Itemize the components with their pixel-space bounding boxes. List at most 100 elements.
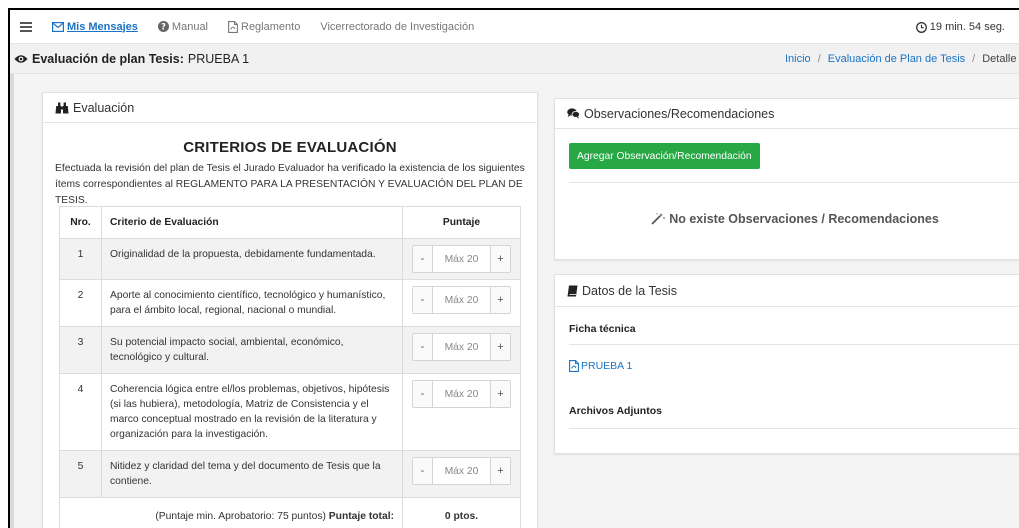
criteria-title: CRITERIOS DE EVALUACIÓN (183, 139, 397, 156)
decrement-button[interactable]: - (413, 334, 433, 360)
svg-text:?: ? (161, 23, 166, 32)
observaciones-card-header: Observaciones/Recomendaciones (555, 99, 1019, 129)
question-circle-icon: ? (157, 21, 169, 32)
datos-tesis-card-header: Datos de la Tesis (555, 275, 1019, 307)
table-row: 5 Nitidez y claridad del tema y del docu… (59, 450, 521, 498)
session-timer: 19 min. 54 seg. (915, 10, 1005, 44)
timer-text: 19 min. 54 seg. (929, 21, 1005, 33)
table-row: 4 Coherencia lógica entre el/los problem… (59, 373, 521, 451)
score-input[interactable]: Máx 20 (433, 458, 490, 484)
increment-button[interactable]: + (490, 334, 510, 360)
score-stepper: - Máx 20 + (412, 286, 511, 314)
decrement-button[interactable]: - (413, 287, 433, 313)
table-row: 1 Originalidad de la propuesta, debidame… (59, 238, 521, 280)
datos-tesis-card: Datos de la Tesis Ficha técnica PRUEBA 1… (554, 274, 1019, 454)
nav-vicerrectorado-label: Vicerrectorado de Investigación (320, 20, 475, 33)
score-input[interactable]: Máx 20 (433, 287, 490, 313)
main-content: Evaluación CRITERIOS DE EVALUACIÓN Efect… (10, 74, 1019, 528)
increment-button[interactable]: + (490, 246, 510, 272)
criteria-table: Nro. Criterio de Evaluación Puntaje 1 Or… (59, 206, 521, 528)
top-navbar: Mis Mensajes ? Manual Reglamento Vicerre… (10, 10, 1019, 44)
observaciones-card-title: Observaciones/Recomendaciones (584, 106, 775, 121)
total-value: 0 ptos. (402, 497, 521, 528)
breadcrumb-inicio[interactable]: Inicio (785, 53, 811, 65)
score-input[interactable]: Máx 20 (433, 246, 490, 272)
decrement-button[interactable]: - (413, 381, 433, 407)
nav-manual-label: Manual (171, 20, 208, 33)
clock-icon (915, 21, 927, 33)
row-number: 5 (59, 450, 102, 498)
row-criterio: Aporte al conocimiento científico, tecno… (101, 279, 403, 327)
page-title-label: Evaluación de plan Tesis: (32, 51, 184, 66)
row-criterio: Originalidad de la propuesta, debidament… (101, 238, 403, 280)
table-row: 2 Aporte al conocimiento científico, tec… (59, 279, 521, 327)
score-stepper: - Máx 20 + (412, 380, 511, 408)
row-number: 3 (59, 326, 102, 374)
total-note: (Puntaje min. Aprobatorio: 75 puntos) (155, 511, 326, 522)
empty-observaciones-text: No existe Observaciones / Recomendacione… (669, 212, 939, 226)
row-puntaje: - Máx 20 + (402, 279, 521, 327)
column-header-criterio: Criterio de Evaluación (101, 206, 403, 239)
envelope-icon (52, 21, 64, 32)
datos-tesis-card-title: Datos de la Tesis (582, 283, 677, 298)
column-header-puntaje: Puntaje (402, 206, 521, 239)
page-header: Evaluación de plan Tesis: PRUEBA 1 Inici… (10, 44, 1019, 74)
book-icon (567, 285, 578, 297)
add-observacion-button[interactable]: Agregar Observación/Recomendación (569, 143, 760, 169)
divider (569, 344, 1019, 345)
score-stepper: - Máx 20 + (412, 245, 511, 273)
pdf-file-icon (228, 20, 238, 33)
magic-wand-icon (651, 213, 666, 225)
nav-reglamento[interactable]: Reglamento (228, 21, 300, 33)
breadcrumb-current: Detalle de l (982, 53, 1019, 65)
row-criterio: Coherencia lógica entre el/los problemas… (101, 373, 403, 451)
divider (569, 428, 1019, 429)
score-input[interactable]: Máx 20 (433, 381, 490, 407)
evaluation-card-header: Evaluación (43, 93, 537, 123)
binoculars-icon (55, 102, 69, 114)
score-stepper: - Máx 20 + (412, 333, 511, 361)
increment-button[interactable]: + (490, 458, 510, 484)
total-label: Puntaje total: (328, 511, 394, 522)
comments-icon (567, 108, 580, 119)
row-criterio: Nitidez y claridad del tema y del docume… (101, 450, 403, 498)
nav-vicerrectorado[interactable]: Vicerrectorado de Investigación (320, 21, 474, 33)
nav-reglamento-label: Reglamento (241, 20, 301, 33)
column-header-nro: Nro. (59, 206, 102, 239)
divider (569, 182, 1019, 183)
row-puntaje: - Máx 20 + (402, 238, 521, 280)
empty-observaciones-message: No existe Observaciones / Recomendacione… (555, 212, 955, 226)
page-title-value: PRUEBA 1 (187, 51, 250, 66)
nav-mis-mensajes[interactable]: Mis Mensajes (52, 21, 138, 33)
eye-icon (14, 54, 28, 64)
observaciones-card: Observaciones/Recomendaciones Agregar Ob… (554, 98, 1019, 260)
archivos-adjuntos-label: Archivos Adjuntos (569, 405, 662, 417)
ficha-tecnica-label: Ficha técnica (569, 323, 636, 335)
increment-button[interactable]: + (490, 287, 510, 313)
breadcrumb: Inicio / Evaluación de Plan de Tesis / D… (785, 44, 1019, 74)
evaluation-card: Evaluación CRITERIOS DE EVALUACIÓN Efect… (42, 92, 538, 528)
row-number: 2 (59, 279, 102, 327)
row-number: 1 (59, 238, 102, 280)
tesis-file-link[interactable]: PRUEBA 1 (569, 360, 632, 372)
nav-manual[interactable]: ? Manual (157, 20, 208, 33)
tesis-file-link-label: PRUEBA 1 (581, 360, 633, 372)
decrement-button[interactable]: - (413, 246, 433, 272)
hamburger-menu-icon[interactable] (20, 21, 32, 32)
app-frame: Mis Mensajes ? Manual Reglamento Vicerre… (8, 8, 1019, 528)
criteria-description: Efectuada la revisión del plan de Tesis … (55, 163, 525, 206)
total-label-cell: (Puntaje min. Aprobatorio: 75 puntos) Pu… (59, 497, 403, 528)
score-input[interactable]: Máx 20 (433, 334, 490, 360)
nav-mis-mensajes-label: Mis Mensajes (67, 20, 138, 33)
score-stepper: - Máx 20 + (412, 457, 511, 485)
table-row: 3 Su potencial impacto social, ambiental… (59, 326, 521, 374)
row-puntaje: - Máx 20 + (402, 373, 521, 451)
evaluation-card-title: Evaluación (73, 100, 135, 115)
decrement-button[interactable]: - (413, 458, 433, 484)
pdf-file-icon (569, 360, 579, 372)
breadcrumb-evaluacion[interactable]: Evaluación de Plan de Tesis (828, 53, 965, 65)
sidebar-edge (10, 74, 14, 528)
row-puntaje: - Máx 20 + (402, 450, 521, 498)
breadcrumb-separator: / (972, 53, 976, 65)
increment-button[interactable]: + (490, 381, 510, 407)
